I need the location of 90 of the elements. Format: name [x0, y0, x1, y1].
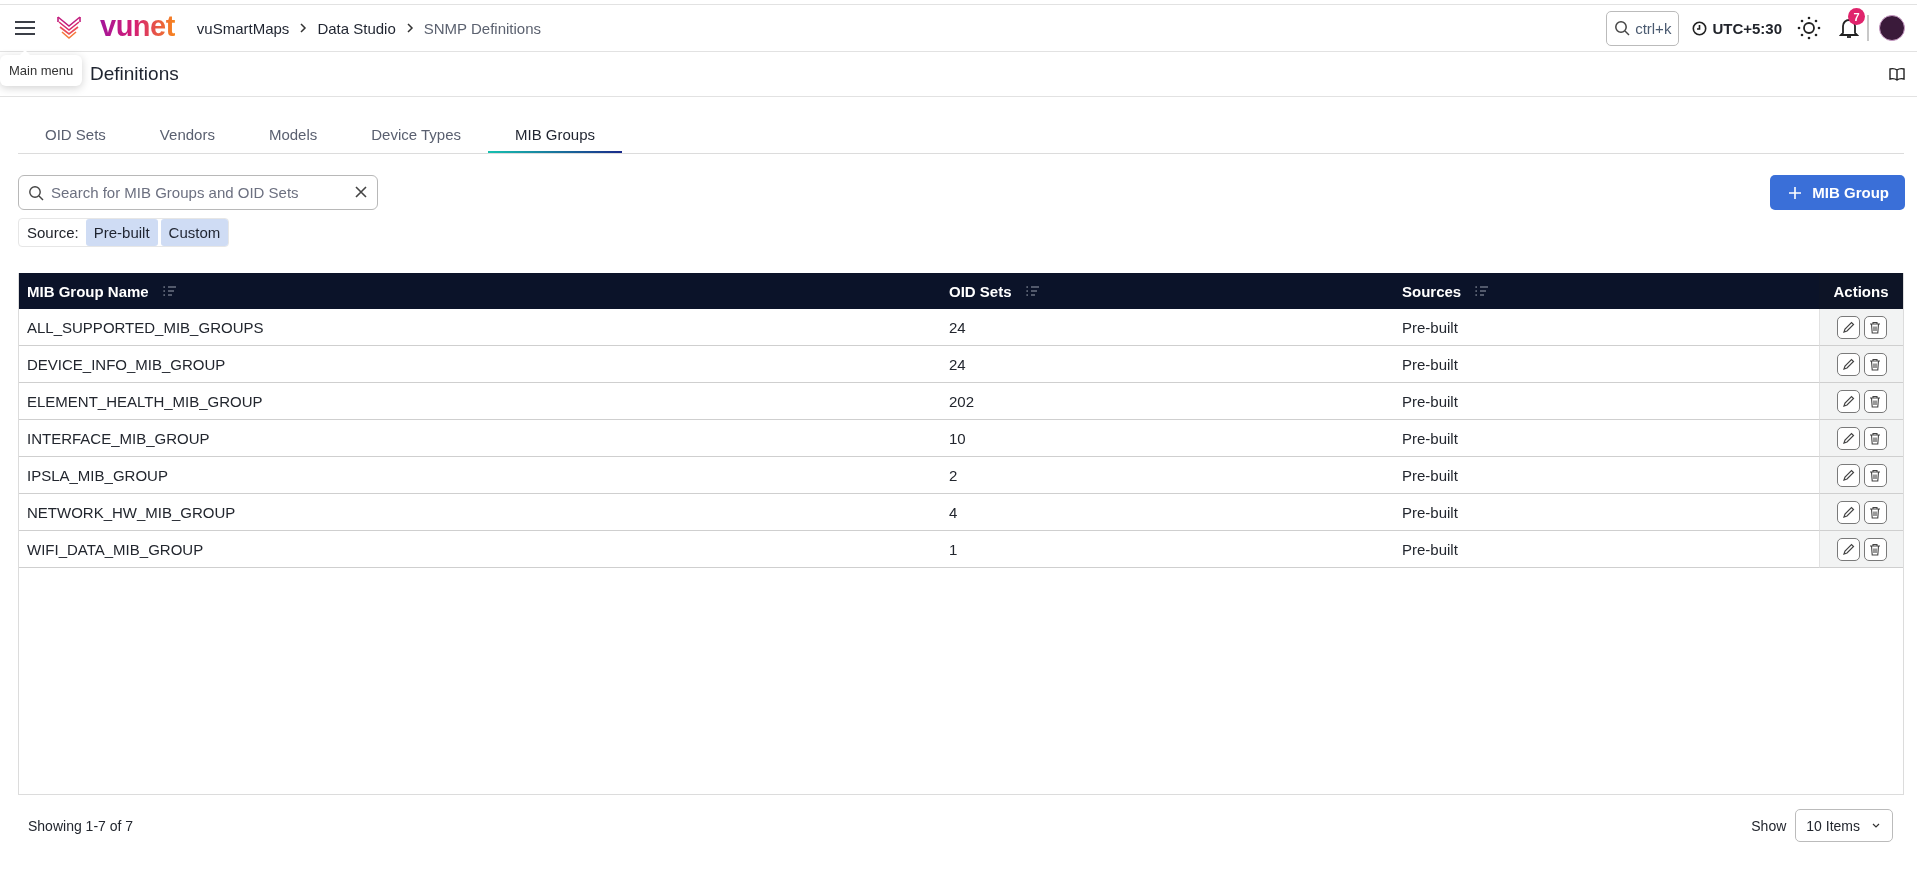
caret-icon — [1872, 823, 1880, 828]
clock-icon — [1692, 20, 1708, 36]
table-cell: Pre-built — [1394, 494, 1819, 531]
table-cell: Pre-built — [1394, 309, 1819, 346]
trash-icon — [1869, 505, 1881, 519]
delete-button[interactable] — [1863, 463, 1887, 487]
clear-button[interactable] — [354, 185, 368, 199]
column-header: OID Sets — [949, 282, 1012, 300]
edit-button[interactable] — [1836, 463, 1860, 487]
trash-icon — [1869, 542, 1881, 556]
table-cell: 1 — [941, 531, 1394, 568]
trash-icon — [1869, 468, 1881, 482]
column-header: Sources — [1402, 282, 1462, 300]
page-title: Definitions — [90, 63, 180, 85]
table-cell: IPSLA_MIB_GROUP — [19, 457, 941, 494]
table-cell: INTERFACE_MIB_GROUP — [19, 420, 941, 457]
pencil-icon — [1841, 357, 1855, 371]
table-cell: 202 — [941, 383, 1394, 420]
filter-chip[interactable]: Pre-built — [85, 219, 158, 246]
tab[interactable]: MIB Groups — [488, 115, 623, 153]
avatar[interactable] — [1879, 15, 1905, 41]
pencil-icon — [1841, 505, 1855, 519]
search-icon — [28, 185, 44, 201]
show-label: Show — [1751, 817, 1787, 834]
search-button[interactable]: ctrl+k — [1606, 10, 1680, 46]
filter-chip[interactable]: Custom — [160, 219, 229, 246]
column-header: Actions — [1833, 282, 1889, 300]
sort-icon — [1025, 285, 1040, 297]
pencil-icon — [1841, 320, 1855, 334]
table-cell: Pre-built — [1394, 346, 1819, 383]
chevron-icon — [299, 22, 308, 34]
table-cell: Pre-built — [1394, 531, 1819, 568]
table-cell: 24 — [941, 309, 1394, 346]
pencil-icon — [1841, 542, 1855, 556]
tab[interactable]: Vendors — [132, 115, 242, 153]
table-cell: 24 — [941, 346, 1394, 383]
trash-icon — [1869, 357, 1881, 371]
delete-button[interactable] — [1863, 315, 1887, 339]
table-cell: Pre-built — [1394, 420, 1819, 457]
edit-button[interactable] — [1836, 352, 1860, 376]
pencil-icon — [1841, 468, 1855, 482]
table-cell: 10 — [941, 420, 1394, 457]
delete-button[interactable] — [1863, 389, 1887, 413]
edit-button[interactable] — [1836, 426, 1860, 450]
sort-icon — [162, 285, 177, 297]
tab[interactable]: OID Sets — [18, 115, 133, 153]
table-cell: 2 — [941, 457, 1394, 494]
trash-icon — [1869, 431, 1881, 445]
table-cell: 4 — [941, 494, 1394, 531]
table-cell: ALL_SUPPORTED_MIB_GROUPS — [19, 309, 941, 346]
breadcrumb-item[interactable]: Data Studio — [317, 19, 396, 37]
breadcrumb-item: SNMP Definitions — [423, 19, 542, 37]
table-cell: NETWORK_HW_MIB_GROUP — [19, 494, 941, 531]
menu-icon — [14, 20, 36, 36]
close-icon — [354, 185, 368, 199]
delete-button[interactable] — [1863, 352, 1887, 376]
page-size-dropdown[interactable]: 10 Items — [1795, 809, 1893, 842]
pencil-icon — [1841, 394, 1855, 408]
trash-icon — [1869, 394, 1881, 408]
plus-icon — [1788, 185, 1803, 200]
filter-label: Source: — [27, 224, 79, 241]
tab[interactable]: Models — [241, 115, 345, 153]
tab[interactable]: Device Types — [344, 115, 489, 153]
sun-icon[interactable] — [1797, 16, 1821, 40]
notification-badge: 7 — [1848, 8, 1865, 25]
menu-button[interactable] — [12, 18, 38, 38]
table-cell: Pre-built — [1394, 383, 1819, 420]
delete-button[interactable] — [1863, 537, 1887, 561]
add-mib-group-button[interactable]: MIB Group — [1770, 175, 1905, 210]
table-cell: ELEMENT_HEALTH_MIB_GROUP — [19, 383, 941, 420]
pagination-summary: Showing 1-7 of 7 — [28, 817, 135, 834]
breadcrumb-item[interactable]: vuSmartMaps — [196, 19, 290, 37]
table-cell: DEVICE_INFO_MIB_GROUP — [19, 346, 941, 383]
column-header: MIB Group Name — [27, 282, 149, 300]
delete-button[interactable] — [1863, 426, 1887, 450]
sort-icon — [1475, 285, 1490, 297]
table-cell: WIFI_DATA_MIB_GROUP — [19, 531, 941, 568]
search-field[interactable]: Search for MIB Groups and OID Sets — [18, 175, 378, 210]
pencil-icon — [1841, 431, 1855, 445]
delete-button[interactable] — [1863, 500, 1887, 524]
timezone-button[interactable]: UTC+5:30 — [1692, 19, 1782, 37]
chevron-icon — [405, 22, 414, 34]
edit-button[interactable] — [1836, 315, 1860, 339]
trash-icon — [1869, 320, 1881, 334]
edit-button[interactable] — [1836, 500, 1860, 524]
table-cell: Pre-built — [1394, 457, 1819, 494]
book-icon[interactable] — [1889, 67, 1905, 81]
edit-button[interactable] — [1836, 537, 1860, 561]
edit-button[interactable] — [1836, 389, 1860, 413]
search-icon — [1614, 20, 1631, 36]
